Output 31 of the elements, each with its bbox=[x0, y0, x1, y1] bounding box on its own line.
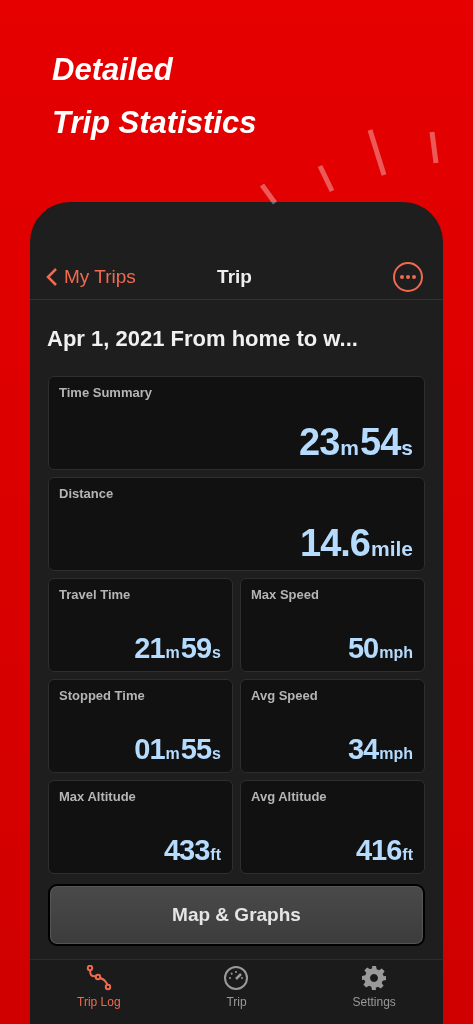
tab-item[interactable]: Trip Log bbox=[30, 960, 168, 1024]
stat-label: Max Altitude bbox=[59, 789, 136, 804]
stat-value: 34mph bbox=[347, 735, 414, 764]
map-graphs-button[interactable]: Map & Graphs bbox=[48, 884, 425, 946]
nav-title: Trip bbox=[217, 266, 252, 288]
stat-label: Max Speed bbox=[251, 587, 319, 602]
back-button[interactable]: My Trips bbox=[46, 266, 136, 288]
headline-text: Detailed bbox=[52, 52, 173, 88]
tab-item[interactable]: Settings bbox=[305, 960, 443, 1024]
stat-value: 50mph bbox=[347, 634, 414, 663]
speedometer-icon bbox=[223, 965, 250, 991]
stat-value: 416ft bbox=[355, 836, 414, 865]
stat-label: Travel Time bbox=[59, 587, 131, 602]
stat-value: 433ft bbox=[163, 836, 222, 865]
trip-title: Apr 1, 2021 From home to w... bbox=[47, 326, 358, 353]
stat-label: Avg Altitude bbox=[251, 789, 327, 804]
route-icon bbox=[85, 965, 112, 991]
stat-label: Stopped Time bbox=[59, 688, 145, 703]
more-button[interactable] bbox=[393, 262, 423, 292]
stat-value: 23m54s bbox=[299, 423, 414, 461]
stat-value: 14.6mile bbox=[300, 524, 414, 562]
settings-icon bbox=[361, 965, 388, 991]
stat-label: Time Summary bbox=[59, 385, 152, 400]
stat-value: 01m55s bbox=[134, 735, 222, 764]
stat-label: Distance bbox=[59, 486, 114, 501]
chevron-left-icon bbox=[46, 267, 58, 287]
more-icon bbox=[400, 275, 416, 279]
tab-item[interactable]: Trip bbox=[167, 960, 306, 1024]
stat-label: Avg Speed bbox=[251, 688, 318, 703]
stat-value: 21m59s bbox=[134, 634, 222, 663]
headline-text: Trip Statistics bbox=[52, 105, 257, 141]
